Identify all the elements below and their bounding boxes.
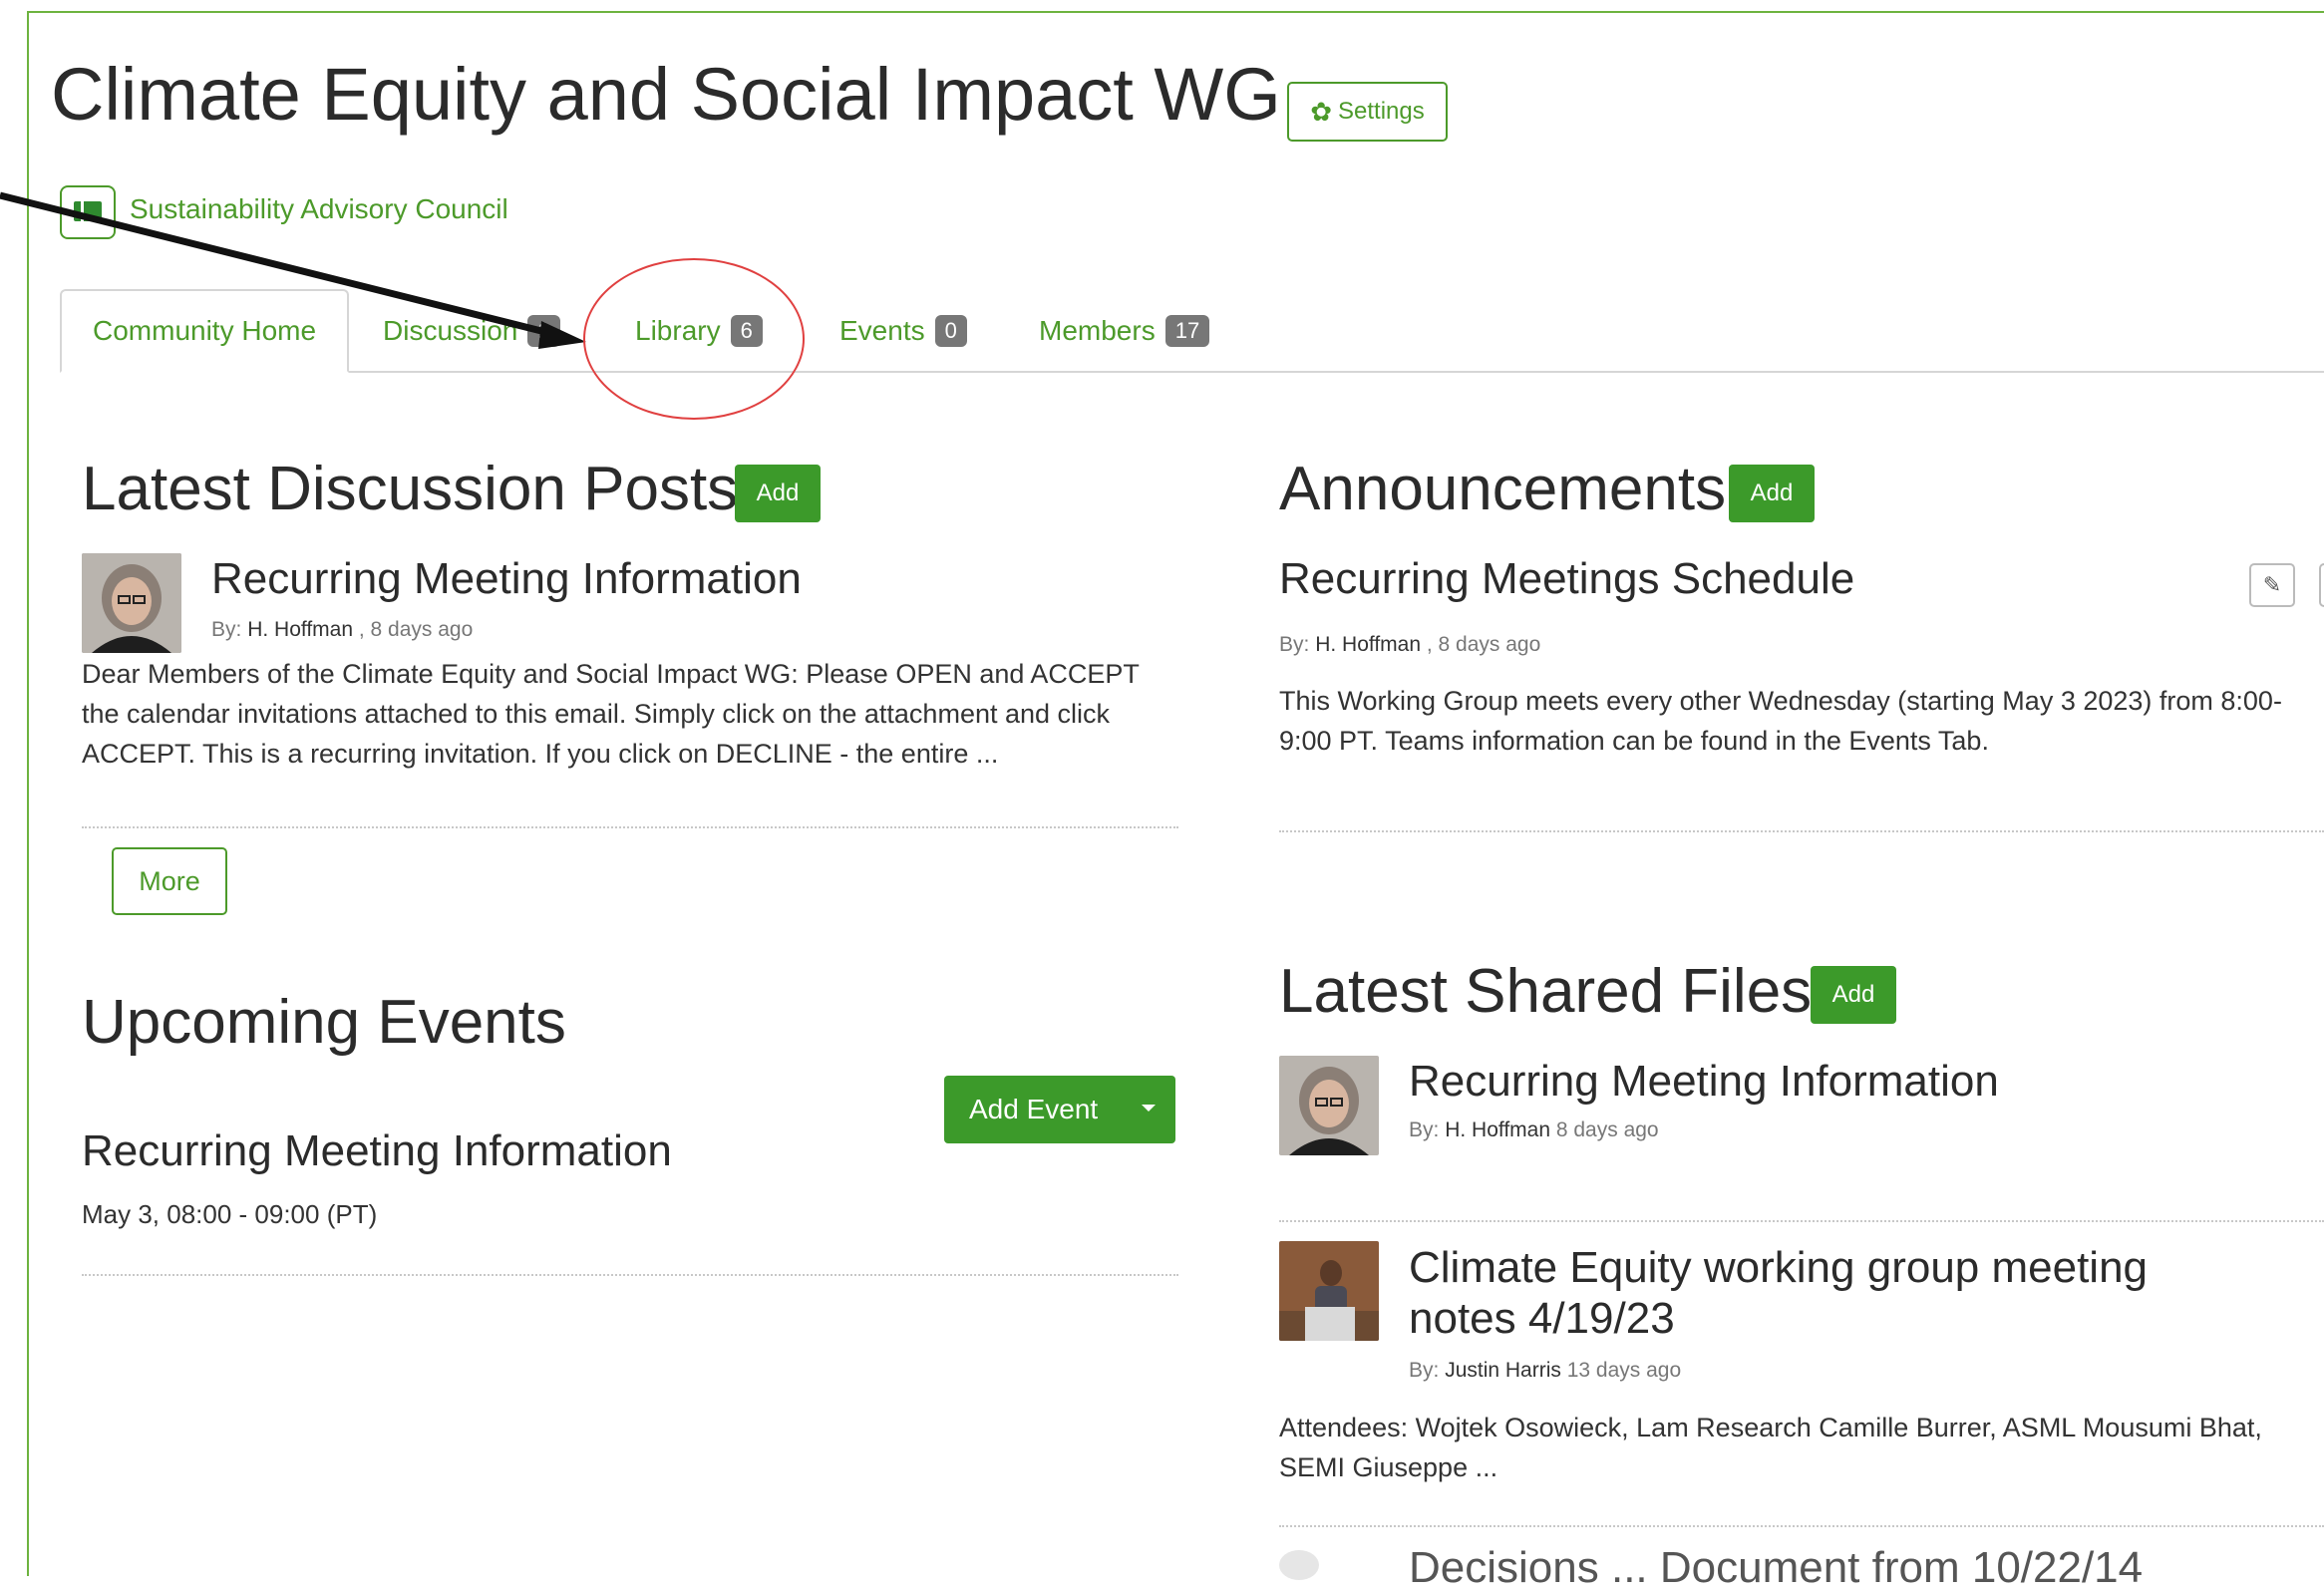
author-name[interactable]: H. Hoffman	[1315, 633, 1421, 656]
events-heading: Upcoming Events	[82, 988, 566, 1057]
event-title[interactable]: Recurring Meeting Information	[82, 1126, 672, 1177]
community-icon[interactable]	[60, 185, 116, 239]
announcement-meta: By: H. Hoffman , 8 days ago	[1279, 633, 1540, 657]
tab-library[interactable]: Library 6	[635, 289, 763, 373]
file-excerpt: Attendees: Wojtek Osowieck, Lam Research…	[1279, 1413, 2262, 1482]
count-badge: 6	[730, 314, 763, 348]
post-meta: By: H. Hoffman , 8 days ago	[211, 618, 473, 642]
count-badge: 17	[1164, 314, 1210, 348]
file-avatar-partial	[1279, 1550, 1319, 1580]
page-title: Climate Equity and Social Impact WG	[51, 53, 1281, 136]
event-time: May 3, 08:00 - 09:00 (PT)	[82, 1199, 378, 1229]
file-meta: By: H. Hoffman 8 days ago	[1409, 1118, 1659, 1142]
add-file-button[interactable]: Add	[1811, 966, 1896, 1024]
files-heading: Latest Shared Files	[1279, 957, 1813, 1026]
settings-button[interactable]: ✿ Settings	[1287, 82, 1448, 142]
gear-icon: ✿	[1310, 97, 1333, 127]
tab-discussion[interactable]: Discussion 1	[383, 289, 560, 373]
post-excerpt: Dear Members of the Climate Equity and S…	[82, 659, 1140, 769]
post-time: 8 days ago	[1555, 1118, 1659, 1141]
announcements-heading: Announcements	[1279, 455, 1727, 523]
by-label: By:	[1279, 633, 1310, 656]
add-event-label: Add Event	[969, 1094, 1099, 1124]
tab-community-home[interactable]: Community Home	[60, 289, 349, 373]
divider	[1279, 830, 2324, 832]
settings-label: Settings	[1338, 98, 1425, 125]
tab-label: Community Home	[93, 315, 317, 346]
add-announcement-button[interactable]: Add	[1729, 465, 1815, 522]
divider	[82, 826, 1178, 828]
author-avatar[interactable]	[82, 553, 181, 653]
add-discussion-button[interactable]: Add	[735, 465, 821, 522]
tab-events[interactable]: Events 0	[839, 289, 967, 373]
more-button[interactable]: More	[112, 847, 227, 915]
file-meta: By: Justin Harris 13 days ago	[1409, 1359, 1681, 1383]
post-title[interactable]: Recurring Meeting Information	[211, 554, 802, 605]
divider	[1279, 1220, 2324, 1222]
count-badge: 0	[934, 314, 967, 348]
announcement-body: This Working Group meets every other Wed…	[1279, 686, 2282, 756]
by-label: By:	[1409, 1359, 1440, 1382]
add-event-button[interactable]: Add Event	[944, 1076, 1175, 1143]
author-name[interactable]: H. Hoffman	[247, 618, 353, 641]
tab-label: Discussion	[383, 315, 518, 346]
count-badge: 1	[527, 314, 560, 348]
announcement-title[interactable]: Recurring Meetings Schedule	[1279, 554, 1854, 605]
author-name[interactable]: H. Hoffman	[1445, 1118, 1550, 1141]
pencil-icon[interactable]: ✎	[2249, 563, 2295, 607]
file-title[interactable]: Climate Equity working group meeting not…	[1409, 1243, 2148, 1344]
tab-label: Library	[635, 315, 721, 346]
by-label: By:	[1409, 1118, 1440, 1141]
delete-icon[interactable]	[2319, 563, 2324, 607]
post-time: 13 days ago	[1566, 1359, 1682, 1382]
caret-down-icon[interactable]	[1142, 1105, 1156, 1112]
author-avatar[interactable]	[1279, 1056, 1379, 1155]
parent-community-link[interactable]: Sustainability Advisory Council	[130, 193, 508, 225]
file-title[interactable]: Recurring Meeting Information	[1409, 1057, 1999, 1108]
discussion-heading: Latest Discussion Posts	[82, 455, 739, 523]
by-label: By:	[211, 618, 242, 641]
author-name[interactable]: Justin Harris	[1445, 1359, 1561, 1382]
tab-label: Events	[839, 315, 925, 346]
divider	[1279, 1525, 2324, 1527]
tab-label: Members	[1039, 315, 1156, 346]
post-time: , 8 days ago	[1426, 633, 1541, 656]
post-time: , 8 days ago	[358, 618, 474, 641]
file-title-line: Climate Equity working group meeting	[1409, 1243, 2149, 1292]
divider	[82, 1274, 1178, 1276]
file-title-line: notes 4/19/23	[1409, 1293, 1675, 1343]
author-avatar[interactable]	[1279, 1241, 1379, 1341]
tab-members[interactable]: Members 17	[1039, 289, 1210, 373]
file-title-partial[interactable]: Decisions ... Document from 10/22/14	[1409, 1543, 2143, 1594]
